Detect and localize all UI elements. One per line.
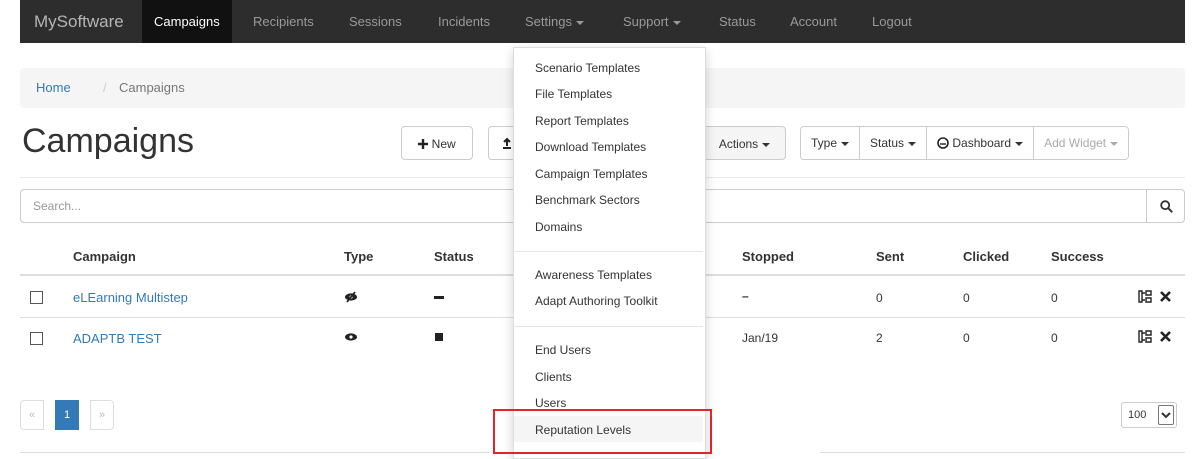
dashboard-gauge-icon — [937, 137, 949, 149]
menu-item-benchmark-sectors[interactable]: Benchmark Sectors — [535, 193, 640, 207]
chevron-down-icon — [841, 141, 850, 146]
menu-item-report-templates[interactable]: Report Templates — [535, 114, 629, 128]
campaign-link[interactable]: ADAPTB TEST — [73, 331, 162, 346]
menu-item-download-templates[interactable]: Download Templates — [535, 140, 646, 154]
column-header-status[interactable]: Status — [434, 249, 474, 264]
nav-support[interactable]: Support — [623, 0, 681, 43]
sent-value: 2 — [876, 331, 883, 345]
pagination-next[interactable]: » — [90, 400, 114, 430]
pagination-prev[interactable]: « — [20, 400, 44, 430]
clicked-value: 0 — [963, 291, 970, 305]
column-header-clicked[interactable]: Clicked — [963, 249, 1009, 264]
row-select-checkbox[interactable] — [30, 291, 43, 304]
stopped-value: – — [742, 289, 749, 303]
campaign-link[interactable]: eLEarning Multistep — [73, 290, 188, 305]
menu-item-clients[interactable]: Clients — [535, 370, 572, 384]
chevron-down-icon — [575, 20, 584, 25]
sent-value: 0 — [876, 291, 883, 305]
column-header-campaign[interactable]: Campaign — [73, 249, 136, 264]
upload-icon — [503, 137, 511, 149]
menu-item-campaign-templates[interactable]: Campaign Templates — [535, 167, 648, 181]
add-widget-button[interactable]: Add Widget — [1034, 127, 1129, 159]
dashboard-toolbar: Type Status Dashboard Add Widget — [800, 126, 1130, 160]
column-header-sent[interactable]: Sent — [876, 249, 904, 264]
dashboard-label: Dashboard — [952, 136, 1012, 150]
dashboard-button[interactable]: Dashboard — [927, 127, 1035, 159]
nav-incidents[interactable]: Incidents — [438, 0, 490, 43]
page-size-select[interactable]: 100 — [1121, 402, 1177, 428]
column-header-stopped[interactable]: Stopped — [742, 249, 794, 264]
breadcrumb-home[interactable]: Home — [36, 68, 71, 108]
row-select-checkbox[interactable] — [30, 332, 43, 345]
nav-settings-label: Settings — [525, 14, 572, 29]
eye-slash-icon — [345, 291, 357, 303]
status-filter-label: Status — [870, 136, 905, 150]
nav-account[interactable]: Account — [790, 0, 837, 43]
type-filter-label: Type — [811, 136, 838, 150]
type-filter-button[interactable]: Type — [801, 127, 861, 159]
chevron-down-icon — [762, 142, 771, 147]
footer-divider — [820, 452, 1185, 453]
plus-icon — [418, 139, 429, 149]
actions-label: Actions — [718, 137, 759, 151]
menu-item-scenario-templates[interactable]: Scenario Templates — [535, 61, 640, 75]
menu-item-domains[interactable]: Domains — [535, 220, 582, 234]
nav-sessions[interactable]: Sessions — [349, 0, 402, 43]
settings-dropdown-menu: Scenario Templates File Templates Report… — [513, 47, 706, 459]
close-icon[interactable] — [1160, 291, 1171, 302]
menu-divider — [514, 326, 703, 327]
close-icon[interactable] — [1160, 331, 1171, 342]
nav-status[interactable]: Status — [719, 0, 756, 43]
menu-item-file-templates[interactable]: File Templates — [535, 87, 612, 101]
column-header-success[interactable]: Success — [1051, 249, 1104, 264]
top-navbar: MySoftware Campaigns Recipients Sessions… — [20, 0, 1185, 43]
add-widget-label: Add Widget — [1044, 136, 1107, 150]
split-sitemap-icon[interactable] — [1138, 330, 1152, 343]
success-value: 0 — [1051, 291, 1058, 305]
page-title: Campaigns — [22, 122, 194, 160]
chevron-down-icon — [672, 20, 681, 25]
chevron-down-icon — [1158, 405, 1174, 425]
dash-icon — [434, 296, 444, 299]
nav-logout[interactable]: Logout — [872, 0, 912, 43]
nav-recipients[interactable]: Recipients — [253, 0, 314, 43]
breadcrumb-separator: / — [103, 80, 107, 95]
nav-support-label: Support — [623, 14, 669, 29]
split-sitemap-icon[interactable] — [1138, 290, 1152, 303]
nav-campaigns[interactable]: Campaigns — [142, 0, 232, 43]
search-icon — [1160, 200, 1173, 213]
menu-item-users[interactable]: Users — [535, 396, 566, 410]
stopped-value: Jan/19 — [742, 331, 779, 345]
actions-dropdown-button[interactable]: Actions — [703, 126, 786, 160]
footer-divider — [20, 452, 490, 453]
brand-logo[interactable]: MySoftware — [34, 0, 124, 43]
chevron-down-icon — [1110, 141, 1119, 146]
status-filter-button[interactable]: Status — [860, 127, 928, 159]
chevron-down-icon — [1015, 141, 1024, 146]
search-button[interactable] — [1146, 189, 1185, 223]
stop-square-icon — [435, 333, 443, 341]
chevron-down-icon — [908, 141, 917, 146]
page-size-value: 100 — [1128, 409, 1147, 421]
pagination-page-1[interactable]: 1 — [55, 400, 79, 430]
menu-item-end-users[interactable]: End Users — [535, 343, 591, 357]
clicked-value: 0 — [963, 331, 970, 345]
new-button[interactable]: New — [401, 126, 473, 160]
eye-icon — [345, 333, 357, 341]
highlight-annotation-box — [493, 409, 712, 454]
column-header-type[interactable]: Type — [344, 249, 373, 264]
nav-settings[interactable]: Settings — [525, 0, 584, 43]
menu-item-awareness-templates[interactable]: Awareness Templates — [535, 268, 652, 282]
success-value: 0 — [1051, 331, 1058, 345]
new-button-label: New — [431, 137, 456, 151]
breadcrumb-current: Campaigns — [119, 80, 185, 95]
menu-item-adapt-authoring-toolkit[interactable]: Adapt Authoring Toolkit — [535, 294, 658, 308]
menu-divider — [514, 251, 703, 252]
